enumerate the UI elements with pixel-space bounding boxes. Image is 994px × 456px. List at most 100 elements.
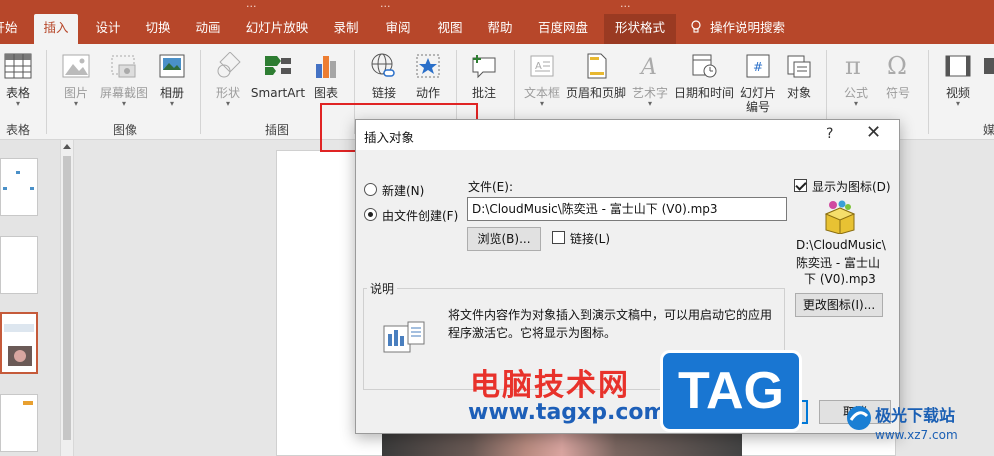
ribbon-divider xyxy=(200,50,201,134)
smartart-button[interactable]: SmartArt xyxy=(250,52,306,100)
file-path-input[interactable]: D:\CloudMusic\陈奕迅 - 富士山下 (V0).mp3 xyxy=(467,197,787,221)
create-new-radio[interactable] xyxy=(364,183,377,196)
scrollbar-thumb[interactable] xyxy=(63,156,71,440)
chevron-down-icon: ▾ xyxy=(647,99,652,108)
description-line: 程序激活它。它将显示为图标。 xyxy=(448,326,617,340)
lightbulb-icon xyxy=(691,20,701,33)
link-checkbox[interactable] xyxy=(552,231,565,244)
display-as-icon-checkbox[interactable] xyxy=(794,179,807,192)
chevron-down-icon: ▾ xyxy=(169,99,174,108)
tab-design[interactable]: 设计 xyxy=(88,14,128,44)
slide-number-button[interactable]: # 幻灯片编号 xyxy=(736,52,780,114)
icon-caption-line: 陈奕迅 - 富士山 xyxy=(796,256,880,270)
smartart-icon xyxy=(265,56,291,75)
video-film-icon xyxy=(945,55,971,77)
comment-icon xyxy=(472,55,496,79)
create-from-file-label[interactable]: 由文件创建(F) xyxy=(382,207,458,224)
object-label: 对象 xyxy=(786,86,811,100)
chevron-down-icon: ▾ xyxy=(955,99,960,108)
datetime-button[interactable]: 日期和时间 xyxy=(672,52,736,100)
tab-shape-format[interactable]: 形状格式 xyxy=(604,14,676,44)
datetime-label: 日期和时间 xyxy=(673,86,734,100)
equation-button[interactable]: π 公式 ▾ xyxy=(836,52,876,108)
smartart-label: SmartArt xyxy=(250,86,306,100)
scroll-up-arrow-icon[interactable] xyxy=(63,144,71,149)
screenshot-icon xyxy=(111,55,136,78)
screenshot-label: 屏幕截图 xyxy=(99,86,148,100)
close-icon[interactable]: ✕ xyxy=(866,122,881,143)
display-as-icon-label[interactable]: 显示为图标(D) xyxy=(812,178,891,195)
svg-text:π: π xyxy=(845,52,861,80)
symbol-button[interactable]: Ω 符号 xyxy=(878,52,918,100)
tab-record[interactable]: 录制 xyxy=(326,14,366,44)
tab-help[interactable]: 帮助 xyxy=(480,14,520,44)
slide-number-label: 幻灯片编号 xyxy=(739,86,776,114)
comment-button[interactable]: 批注 xyxy=(464,52,504,100)
action-star-icon xyxy=(416,54,440,78)
window-title-fragment: ... xyxy=(620,0,631,10)
window-title-fragment: ... xyxy=(380,0,391,10)
browse-button[interactable]: 浏览(B)... xyxy=(467,227,541,251)
video-button[interactable]: 视频 ▾ xyxy=(938,52,978,108)
picture-button[interactable]: 图片 ▾ xyxy=(58,52,94,108)
tab-review[interactable]: 审阅 xyxy=(378,14,418,44)
textbox-icon: A xyxy=(530,55,554,77)
screenshot-button[interactable]: 屏幕截图 ▾ xyxy=(96,52,152,108)
icon-caption-line: D:\CloudMusic\ xyxy=(796,238,886,252)
slide-thumbnail[interactable] xyxy=(0,236,38,294)
link-checkbox-label[interactable]: 链接(L) xyxy=(570,230,610,247)
chart-icon xyxy=(316,56,336,78)
link-button[interactable]: 链接 xyxy=(364,52,404,100)
svg-text:A: A xyxy=(639,55,657,80)
thumbnail-content xyxy=(23,401,33,405)
picture-icon xyxy=(62,54,90,78)
comment-label: 批注 xyxy=(471,86,496,100)
object-document-icon xyxy=(383,321,425,353)
object-icon xyxy=(787,55,811,78)
tab-insert[interactable]: 插入 xyxy=(34,14,78,44)
action-button[interactable]: 动作 xyxy=(408,52,448,100)
album-button[interactable]: 相册 ▾ xyxy=(154,52,190,108)
window-title-strip: ... ... ... xyxy=(0,0,994,10)
watermark-url: www.tagxp.com xyxy=(468,400,667,425)
help-question-icon[interactable]: ? xyxy=(826,126,833,142)
slide-thumbnail-selected[interactable] xyxy=(0,312,38,374)
chevron-down-icon: ▾ xyxy=(853,99,858,108)
tab-view[interactable]: 视图 xyxy=(430,14,470,44)
chart-label: 图表 xyxy=(313,86,338,100)
thumbnail-content xyxy=(4,324,34,366)
header-footer-button[interactable]: 页眉和页脚 xyxy=(564,52,628,100)
slide-thumbnail[interactable] xyxy=(0,394,38,452)
tab-slideshow[interactable]: 幻灯片放映 xyxy=(240,14,314,44)
file-label: 文件(E): xyxy=(468,180,513,194)
link-label: 链接 xyxy=(371,86,396,100)
tab-transitions[interactable]: 切换 xyxy=(138,14,178,44)
thumbnail-scrollbar[interactable] xyxy=(60,140,74,456)
photo-album-icon xyxy=(159,54,185,78)
chevron-down-icon: ▾ xyxy=(225,99,230,108)
audio-icon xyxy=(984,58,994,74)
tab-animations[interactable]: 动画 xyxy=(188,14,228,44)
wordart-label: 艺术字 xyxy=(631,86,668,100)
shapes-button[interactable]: 形状 ▾ xyxy=(208,52,248,108)
change-icon-button[interactable]: 更改图标(I)... xyxy=(795,293,883,317)
wordart-button[interactable]: A 艺术字 ▾ xyxy=(630,52,670,108)
audio-button-partial[interactable] xyxy=(984,52,994,86)
help-search-label: 操作说明搜索 xyxy=(710,20,786,35)
tab-home[interactable]: 开始 xyxy=(0,14,22,44)
object-button[interactable]: 对象 xyxy=(782,52,816,100)
chevron-down-icon: ▾ xyxy=(121,99,126,108)
textbox-button[interactable]: A 文本框 ▾ xyxy=(522,52,562,108)
svg-text:#: # xyxy=(753,60,763,74)
table-button[interactable]: 表格 ▾ xyxy=(0,52,36,108)
slide-thumbnail[interactable] xyxy=(0,158,38,216)
tab-baidu-netdisk[interactable]: 百度网盘 xyxy=(530,14,596,44)
create-from-file-radio[interactable] xyxy=(364,208,377,221)
group-label-images: 图像 xyxy=(112,123,137,137)
create-new-label[interactable]: 新建(N) xyxy=(382,182,424,199)
package-icon xyxy=(824,200,856,234)
equation-label: 公式 xyxy=(843,86,868,100)
chart-button[interactable]: 图表 xyxy=(308,52,344,100)
symbol-label: 符号 xyxy=(885,86,910,100)
help-search[interactable]: 操作说明搜索 xyxy=(690,14,785,44)
